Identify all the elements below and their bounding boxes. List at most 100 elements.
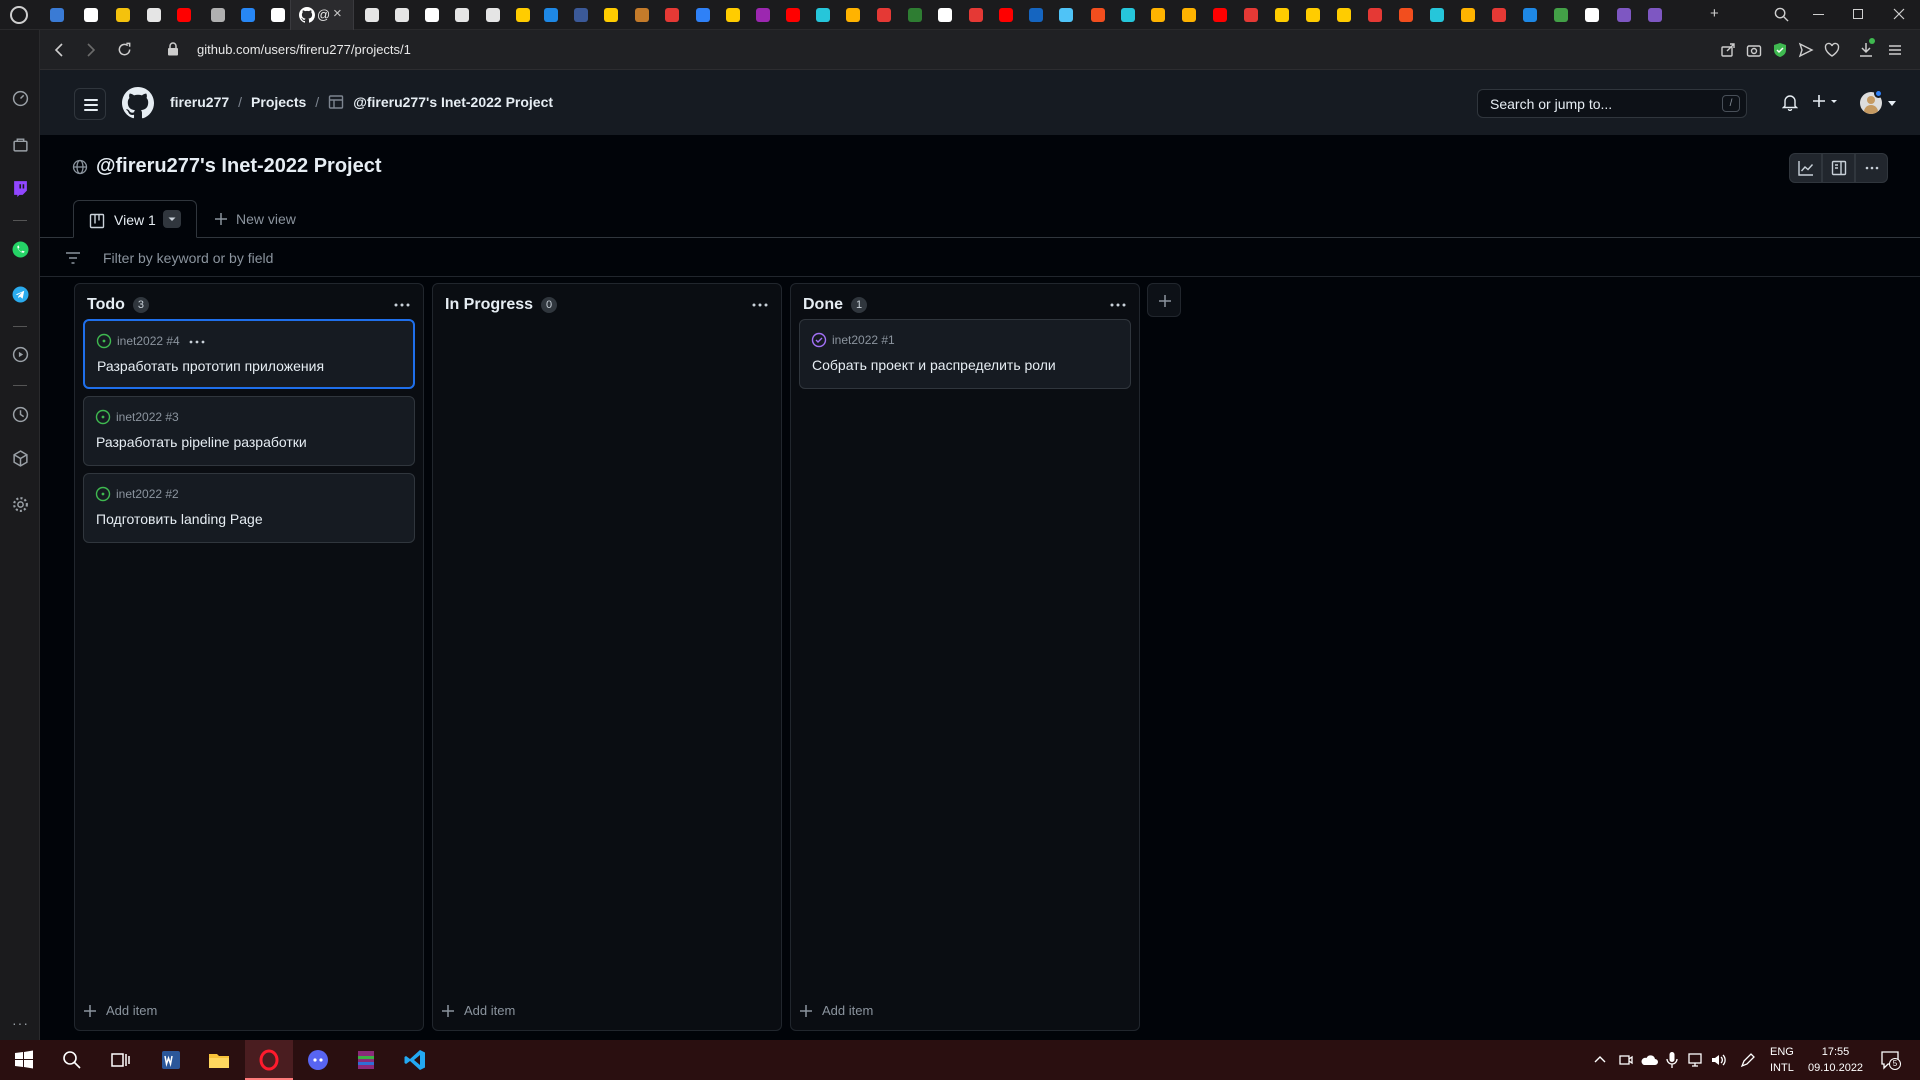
browser-tab[interactable] (661, 4, 683, 26)
issue-card[interactable]: inet2022 #4 Разработать прототип приложе… (83, 319, 415, 389)
avatar-caret-icon[interactable] (1888, 101, 1896, 107)
browser-tab[interactable] (1581, 4, 1603, 26)
card-title[interactable]: Собрать проект и распределить роли (812, 357, 1056, 373)
add-item-button[interactable]: Add item (83, 1003, 157, 1018)
issue-card[interactable]: inet2022 #3 Разработать pipeline разрабо… (83, 396, 415, 466)
browser-tab[interactable] (451, 4, 473, 26)
breadcrumb-user[interactable]: fireru277 (170, 94, 229, 110)
card-title[interactable]: Разработать прототип приложения (97, 358, 324, 374)
browser-tab[interactable] (570, 4, 592, 26)
telegram-icon[interactable] (12, 286, 29, 303)
browser-tab[interactable] (600, 4, 622, 26)
browser-tab[interactable] (934, 4, 956, 26)
browser-tab[interactable] (1613, 4, 1635, 26)
side-panel-button[interactable] (1822, 153, 1855, 183)
browser-tab[interactable] (1117, 4, 1139, 26)
add-item-button[interactable]: Add item (441, 1003, 515, 1018)
url-input[interactable]: github.com/users/fireru277/projects/1 (197, 42, 411, 57)
browser-tab[interactable] (267, 4, 289, 26)
discord-icon[interactable] (306, 1048, 330, 1072)
new-tab-button[interactable]: + (1710, 5, 1719, 22)
browser-tab[interactable] (692, 4, 714, 26)
card-menu-icon[interactable] (188, 339, 206, 345)
shopping-bag-icon[interactable] (12, 136, 29, 153)
browser-tab[interactable] (1302, 4, 1324, 26)
snapshot-camera-icon[interactable] (1746, 42, 1762, 58)
browser-tab[interactable] (873, 4, 895, 26)
browser-tab[interactable] (1240, 4, 1262, 26)
browser-tab[interactable] (237, 4, 259, 26)
input-language[interactable]: ENG INTL (1770, 1044, 1794, 1076)
browser-tab[interactable] (1426, 4, 1448, 26)
whatsapp-icon[interactable] (12, 241, 29, 258)
browser-tab[interactable] (631, 4, 653, 26)
forward-icon[interactable] (86, 43, 96, 57)
close-window-icon[interactable] (1893, 8, 1905, 20)
lock-icon[interactable] (167, 42, 179, 56)
add-item-button[interactable]: Add item (799, 1003, 873, 1018)
network-icon[interactable] (1687, 1052, 1705, 1068)
browser-tab[interactable] (1087, 4, 1109, 26)
volume-icon[interactable] (1710, 1052, 1728, 1068)
browser-tab[interactable] (1395, 4, 1417, 26)
browser-tab[interactable] (995, 4, 1017, 26)
browser-tab[interactable] (812, 4, 834, 26)
filter-input[interactable]: Filter by keyword or by field (103, 250, 273, 266)
word-icon[interactable] (159, 1048, 183, 1072)
browser-tab[interactable] (1147, 4, 1169, 26)
card-ref-text[interactable]: inet2022 #3 (116, 410, 179, 424)
browser-tab[interactable] (80, 4, 102, 26)
extensions-cube-icon[interactable] (12, 450, 29, 467)
close-tab-icon[interactable]: × (333, 5, 342, 22)
card-title[interactable]: Разработать pipeline разработки (96, 434, 307, 450)
restore-window-icon[interactable] (1853, 9, 1863, 19)
breadcrumb-projects[interactable]: Projects (251, 94, 306, 110)
meet-now-icon[interactable] (1618, 1052, 1634, 1068)
browser-tab[interactable] (722, 4, 744, 26)
card-ref-text[interactable]: inet2022 #1 (832, 333, 895, 347)
add-column-button[interactable] (1147, 283, 1181, 317)
view-options-button[interactable] (163, 210, 181, 228)
shield-icon[interactable] (1772, 42, 1788, 58)
downloads-icon[interactable] (1858, 42, 1874, 58)
browser-tab[interactable] (904, 4, 926, 26)
browser-tab[interactable] (782, 4, 804, 26)
browser-tab[interactable] (1644, 4, 1666, 26)
issue-card[interactable]: inet2022 #1 Собрать проект и распределит… (799, 319, 1131, 389)
browser-tab[interactable] (1550, 4, 1572, 26)
onedrive-cloud-icon[interactable] (1640, 1052, 1658, 1068)
tab-view-1[interactable]: View 1 (73, 200, 197, 238)
column-menu-icon[interactable] (393, 302, 411, 308)
browser-tab[interactable] (1271, 4, 1293, 26)
browser-tab[interactable] (842, 4, 864, 26)
column-menu-icon[interactable] (751, 302, 769, 308)
minimize-window-icon[interactable] (1813, 14, 1824, 15)
browser-tab[interactable] (143, 4, 165, 26)
browser-tab[interactable] (482, 4, 504, 26)
browser-tab[interactable] (1209, 4, 1231, 26)
browser-tab[interactable] (207, 4, 229, 26)
twitch-icon[interactable] (12, 180, 29, 197)
search-icon[interactable] (60, 1048, 84, 1072)
task-view-icon[interactable] (108, 1048, 132, 1072)
share-icon[interactable] (1720, 42, 1736, 58)
file-explorer-icon[interactable] (207, 1048, 231, 1072)
browser-tab[interactable] (1457, 4, 1479, 26)
pen-icon[interactable] (1740, 1052, 1756, 1068)
insights-button[interactable] (1789, 153, 1822, 183)
microphone-icon[interactable] (1666, 1051, 1678, 1069)
browser-tab[interactable] (173, 4, 195, 26)
opera-logo-icon[interactable] (10, 6, 28, 24)
browser-tab[interactable] (512, 4, 534, 26)
card-ref-text[interactable]: inet2022 #2 (116, 487, 179, 501)
speed-dial-icon[interactable] (12, 90, 29, 107)
notifications-bell-icon[interactable] (1782, 94, 1798, 111)
card-title[interactable]: Подготовить landing Page (96, 511, 263, 527)
windows-start-icon[interactable] (12, 1048, 36, 1072)
project-more-button[interactable] (1855, 153, 1888, 183)
browser-tab[interactable] (1178, 4, 1200, 26)
browser-tab[interactable] (361, 4, 383, 26)
tray-expand-icon[interactable] (1594, 1054, 1606, 1064)
new-view-button[interactable]: New view (214, 211, 296, 227)
winrar-icon[interactable] (354, 1048, 378, 1072)
